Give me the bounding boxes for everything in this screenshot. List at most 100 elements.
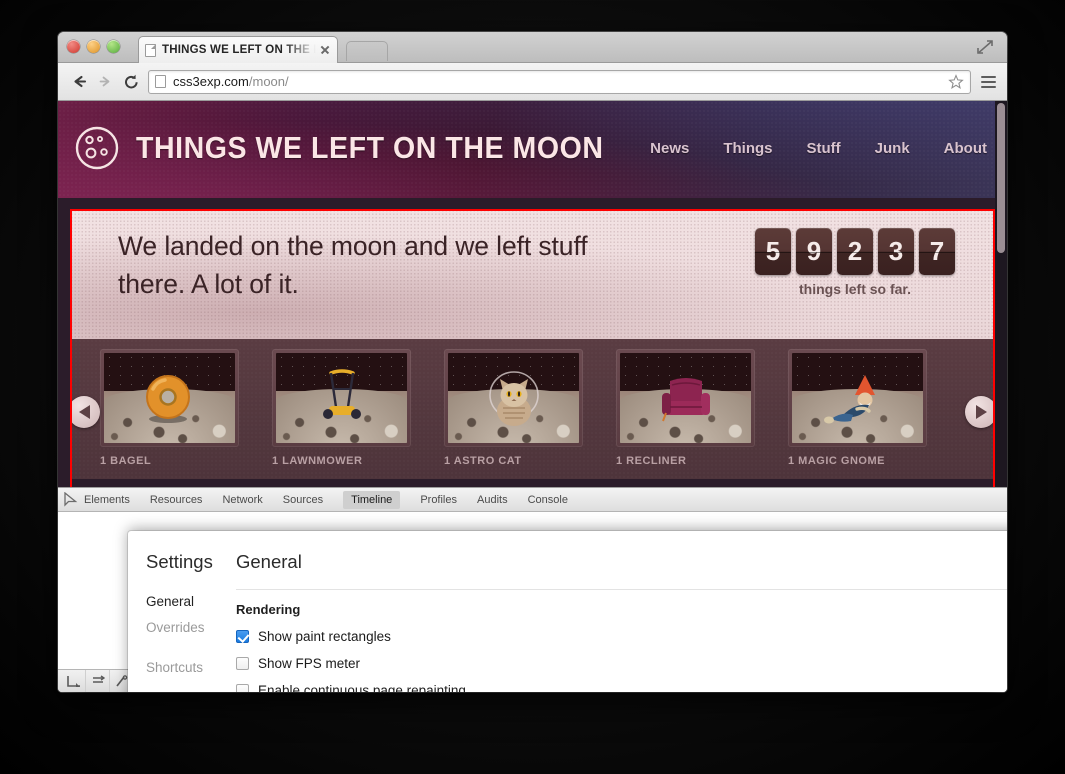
setting-show-paint-rectangles[interactable]: Show paint rectangles (236, 623, 1007, 650)
nav-item-news[interactable]: News (650, 140, 689, 157)
devtools-tab-timeline[interactable]: Timeline (343, 490, 401, 509)
carousel-item-frame (444, 349, 583, 447)
carousel-item-label: 1 RECLINER (616, 455, 687, 467)
zoom-window-button[interactable] (107, 40, 120, 53)
nav-item-junk[interactable]: Junk (875, 140, 910, 157)
settings-pane-title: General (236, 551, 302, 572)
settings-wordmark: Settings (146, 551, 213, 572)
settings-dialog: Settings General General Overrides Short… (128, 531, 1007, 692)
carousel-items: 1 BAGEL 1 LAWNMOWER 1 ASTRO CAT 1 RECLIN… (100, 349, 927, 467)
devtools-tab-resources[interactable]: Resources (150, 494, 203, 506)
recliner-object (620, 369, 751, 427)
moon-icon (74, 125, 120, 171)
close-icon[interactable] (319, 44, 331, 56)
settings-group-title: Rendering (236, 602, 301, 617)
sidebar-item-general[interactable]: General (146, 589, 236, 615)
counter-digit: 9 (796, 228, 832, 275)
sidebar-item-overrides[interactable]: Overrides (146, 615, 236, 641)
setting-label: Show paint rectangles (258, 629, 391, 644)
url-path: /moon/ (248, 74, 289, 89)
fullscreen-icon[interactable] (975, 39, 995, 55)
window-traffic-lights (67, 40, 120, 53)
settings-header: Settings General (128, 531, 1007, 573)
prev-arrow-icon[interactable] (70, 396, 100, 428)
settings-body: General Overrides Shortcuts Rendering Sh… (128, 589, 1007, 692)
reload-icon[interactable] (118, 69, 144, 95)
star-icon[interactable] (948, 73, 964, 90)
checkbox-unchecked[interactable] (236, 657, 249, 670)
address-bar-value: css3exp.com/moon/ (173, 74, 289, 89)
carousel-item-label: 1 MAGIC GNOME (788, 455, 885, 467)
page-icon (145, 43, 156, 57)
url-host: css3exp.com (173, 74, 249, 89)
hero-headline: We landed on the moon and we left stuff … (118, 231, 588, 299)
counter-digits: 5 9 2 3 7 (755, 228, 955, 275)
carousel-item-frame (616, 349, 755, 447)
checkbox-checked[interactable] (236, 630, 249, 643)
devtools-tab-sources[interactable]: Sources (283, 494, 323, 506)
carousel-item[interactable]: 1 ASTRO CAT (444, 349, 583, 467)
new-tab-button[interactable] (346, 41, 388, 61)
things-counter: 5 9 2 3 7 things left so far. (755, 228, 955, 297)
devtools-tab-network[interactable]: Network (222, 494, 262, 506)
record-icon[interactable] (86, 670, 110, 692)
site-brand[interactable]: THINGS WE LEFT ON THE MOON (74, 125, 644, 171)
inspect-element-icon[interactable] (64, 491, 78, 508)
site-header: THINGS WE LEFT ON THE MOON News Things S… (58, 101, 1007, 198)
counter-digit: 2 (837, 228, 873, 275)
screenshot-root: THINGS WE LEFT ON THE M css3exp.com/moon… (0, 0, 1065, 774)
carousel-item-label: 1 LAWNMOWER (272, 455, 363, 467)
page-scrollbar-thumb[interactable] (997, 103, 1005, 253)
carousel-item[interactable]: 1 BAGEL (100, 349, 239, 467)
counter-digit: 7 (919, 228, 955, 275)
nav-item-about[interactable]: About (944, 140, 987, 157)
browser-tab-title: THINGS WE LEFT ON THE M (162, 44, 319, 56)
setting-enable-continuous-repainting[interactable]: Enable continuous page repainting (236, 677, 1007, 692)
devtools-tab-bar: Elements Resources Network Sources Timel… (58, 488, 1007, 512)
carousel-item-label: 1 ASTRO CAT (444, 455, 522, 467)
forward-arrow-icon[interactable] (92, 69, 118, 95)
lawnmower-object (276, 369, 407, 427)
devtools-tab-elements[interactable]: Elements (84, 494, 130, 506)
recliner-photo (620, 353, 751, 443)
devtools-tab-audits[interactable]: Audits (477, 494, 508, 506)
dock-to-right-icon[interactable] (62, 670, 86, 692)
setting-label: Show FPS meter (258, 656, 361, 671)
magic-gnome-object (792, 369, 923, 427)
carousel-item-frame (100, 349, 239, 447)
carousel-item-frame (788, 349, 927, 447)
bagel-object (104, 369, 235, 427)
carousel-strip: 1 BAGEL 1 LAWNMOWER 1 ASTRO CAT 1 RECLIN… (70, 339, 995, 479)
devtools-tab-console[interactable]: Console (528, 494, 568, 506)
address-bar[interactable]: css3exp.com/moon/ (148, 69, 971, 94)
checkbox-unchecked[interactable] (236, 684, 249, 692)
bagel-photo (104, 353, 235, 443)
page-icon (155, 75, 166, 88)
devtools-tab-profiles[interactable]: Profiles (420, 494, 457, 506)
lawnmower-photo (276, 353, 407, 443)
nav-item-stuff[interactable]: Stuff (807, 140, 841, 157)
carousel-item[interactable]: 1 LAWNMOWER (272, 349, 411, 467)
hamburger-menu-icon[interactable] (977, 69, 999, 95)
minimize-window-button[interactable] (87, 40, 100, 53)
counter-digit: 5 (755, 228, 791, 275)
carousel-item[interactable]: 1 MAGIC GNOME (788, 349, 927, 467)
magic-gnome-photo (792, 353, 923, 443)
site-navigation: News Things Stuff Junk About (650, 140, 987, 157)
back-arrow-icon[interactable] (66, 69, 92, 95)
astro-cat-object (448, 369, 579, 427)
browser-tab[interactable]: THINGS WE LEFT ON THE M (138, 36, 338, 63)
setting-show-fps-meter[interactable]: Show FPS meter (236, 650, 1007, 677)
carousel-item-frame (272, 349, 411, 447)
counter-digit: 3 (878, 228, 914, 275)
astro-cat-photo (448, 353, 579, 443)
carousel-item-label: 1 BAGEL (100, 455, 152, 467)
setting-label: Enable continuous page repainting (258, 683, 466, 692)
carousel-item[interactable]: 1 RECLINER (616, 349, 755, 467)
close-window-button[interactable] (67, 40, 80, 53)
hero-banner: We landed on the moon and we left stuff … (70, 209, 995, 339)
sidebar-item-shortcuts[interactable]: Shortcuts (146, 655, 236, 681)
nav-item-things[interactable]: Things (723, 140, 772, 157)
next-arrow-icon[interactable] (965, 396, 995, 428)
